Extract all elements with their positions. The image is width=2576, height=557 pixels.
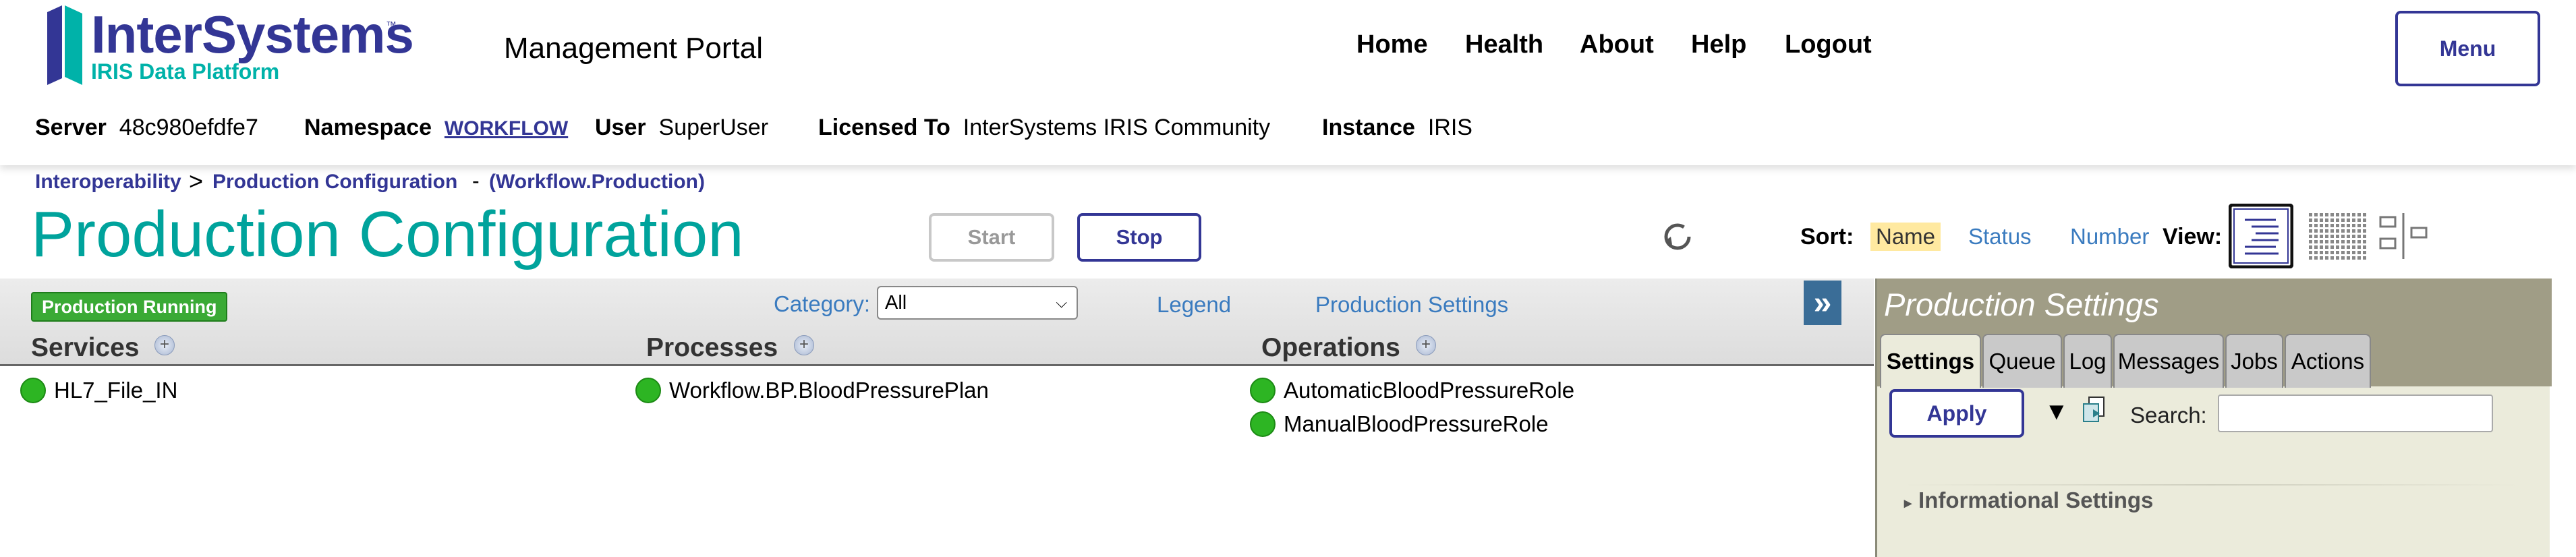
- nav-health[interactable]: Health: [1465, 30, 1543, 59]
- start-button[interactable]: Start: [929, 213, 1054, 262]
- processes-header: Processes: [646, 333, 778, 362]
- namespace-link[interactable]: WORKFLOW: [445, 117, 568, 140]
- tab-jobs[interactable]: Jobs: [2225, 334, 2283, 388]
- namespace-info: Namespace WORKFLOW: [304, 115, 568, 141]
- intersystems-logo-icon: [47, 5, 82, 85]
- service-item-label: HL7_File_IN: [54, 378, 178, 403]
- operation-item[interactable]: ManualBloodPressureRole: [1250, 411, 1549, 437]
- tab-log[interactable]: Log: [2063, 334, 2112, 388]
- view-grid-icon[interactable]: [2303, 204, 2368, 268]
- licensed-value: InterSystems IRIS Community: [963, 115, 1271, 140]
- dropdown-arrow-icon[interactable]: ▼: [2044, 397, 2069, 426]
- portal-header: InterSystems ™ IRIS Data Platform Manage…: [0, 0, 2576, 165]
- breadcrumb-dash: -: [472, 169, 480, 193]
- sort-name-option[interactable]: Name: [1870, 223, 1941, 251]
- portal-title: Management Portal: [504, 32, 763, 65]
- stop-button[interactable]: Stop: [1077, 213, 1201, 262]
- sort-label: Sort:: [1800, 224, 1854, 250]
- server-value: 48c980efdfe7: [119, 115, 258, 140]
- category-select[interactable]: All ⌵: [877, 286, 1078, 320]
- service-item[interactable]: HL7_File_IN: [20, 378, 177, 403]
- category-value: All: [885, 291, 907, 314]
- operation-item[interactable]: AutomaticBloodPressureRole: [1250, 378, 1574, 403]
- operations-header: Operations: [1261, 333, 1400, 362]
- add-process-icon[interactable]: +: [794, 335, 814, 355]
- status-dot-icon: [1250, 411, 1276, 437]
- view-label: View:: [2163, 224, 2223, 250]
- namespace-label: Namespace: [304, 115, 432, 140]
- category-label: Category:: [774, 291, 871, 316]
- instance-info: Instance IRIS: [1322, 115, 1472, 141]
- instance-label: Instance: [1322, 115, 1415, 140]
- user-value: SuperUser: [658, 115, 769, 140]
- user-label: User: [595, 115, 646, 140]
- breadcrumb-separator: >: [189, 167, 204, 195]
- operation-item-label: AutomaticBloodPressureRole: [1284, 378, 1575, 403]
- copy-icon[interactable]: [2080, 394, 2109, 424]
- licensed-label: Licensed To: [818, 115, 950, 140]
- section-divider: [1904, 484, 2518, 486]
- tab-settings[interactable]: Settings: [1880, 334, 1981, 388]
- status-badge: Production Running: [31, 292, 228, 322]
- status-dot-icon: [1250, 378, 1276, 403]
- apply-button[interactable]: Apply: [1889, 389, 2024, 438]
- chevron-down-icon: ⌵: [1056, 294, 1067, 311]
- breadcrumb-interoperability[interactable]: Interoperability: [35, 171, 181, 194]
- instance-value: IRIS: [1427, 115, 1472, 140]
- sort-status-option[interactable]: Status: [1968, 224, 2032, 250]
- process-item[interactable]: Workflow.BP.BloodPressurePlan: [635, 378, 989, 403]
- nav-about[interactable]: About: [1580, 30, 1654, 59]
- server-info: Server 48c980efdfe7: [35, 115, 258, 141]
- tab-messages[interactable]: Messages: [2113, 334, 2224, 388]
- view-list-icon[interactable]: [2229, 204, 2293, 268]
- view-columns-icon[interactable]: [2371, 204, 2436, 268]
- search-label: Search:: [2130, 403, 2207, 428]
- production-settings-panel: Production Settings Settings Queue Log M…: [1875, 278, 2552, 557]
- breadcrumb-production-name: (Workflow.Production): [489, 171, 705, 193]
- refresh-icon[interactable]: [1661, 221, 1694, 253]
- server-label: Server: [35, 115, 107, 140]
- tab-actions[interactable]: Actions: [2285, 334, 2371, 388]
- legend-link[interactable]: Legend: [1157, 292, 1231, 318]
- section-label: Informational Settings: [1918, 488, 2154, 512]
- add-operation-icon[interactable]: +: [1416, 335, 1436, 355]
- search-input[interactable]: [2218, 394, 2493, 432]
- tab-queue[interactable]: Queue: [1982, 334, 2062, 388]
- page-title: Production Configuration: [31, 198, 744, 270]
- user-info: User SuperUser: [595, 115, 768, 141]
- logo-subtitle: IRIS Data Platform: [91, 59, 280, 84]
- page: InterSystems ™ IRIS Data Platform Manage…: [0, 0, 2576, 557]
- nav-home[interactable]: Home: [1356, 30, 1428, 59]
- production-settings-link[interactable]: Production Settings: [1315, 292, 1508, 318]
- nav-logout[interactable]: Logout: [1785, 30, 1872, 59]
- license-info: Licensed To InterSystems IRIS Community: [818, 115, 1270, 141]
- panel-title: Production Settings: [1877, 278, 2552, 330]
- operation-item-label: ManualBloodPressureRole: [1284, 411, 1549, 436]
- toolbar-divider: [0, 364, 1874, 366]
- sort-number-option[interactable]: Number: [2070, 224, 2149, 250]
- nav-help[interactable]: Help: [1691, 30, 1746, 59]
- add-service-icon[interactable]: +: [154, 335, 175, 355]
- logo-text: InterSystems: [91, 5, 414, 64]
- status-dot-icon: [20, 378, 46, 403]
- menu-button[interactable]: Menu: [2395, 11, 2540, 86]
- logo-trademark: ™: [386, 20, 397, 32]
- process-item-label: Workflow.BP.BloodPressurePlan: [669, 378, 989, 403]
- status-dot-icon: [635, 378, 661, 403]
- expand-icon[interactable]: »: [1804, 281, 1841, 325]
- chevron-right-icon: ▸: [1904, 494, 1912, 511]
- breadcrumb-production-configuration[interactable]: Production Configuration: [212, 171, 457, 194]
- informational-settings-section[interactable]: ▸ Informational Settings: [1904, 488, 2153, 513]
- services-header: Services: [31, 333, 140, 362]
